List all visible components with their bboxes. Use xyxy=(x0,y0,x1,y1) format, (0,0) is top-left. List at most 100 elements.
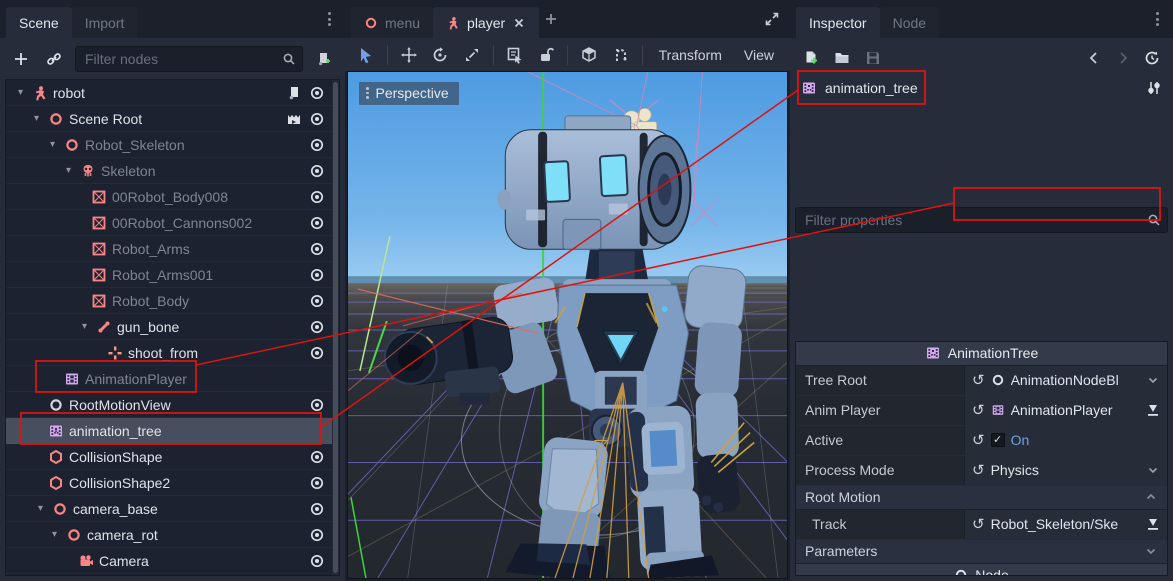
lock-tool-button[interactable] xyxy=(536,43,558,67)
new-resource-icon[interactable] xyxy=(803,50,819,66)
visibility-eye-icon[interactable] xyxy=(309,189,325,205)
expand-viewport-button[interactable] xyxy=(760,7,784,31)
3d-viewport[interactable]: Perspective xyxy=(347,71,788,579)
tree-row-gun-bone[interactable]: ▾ gun_bone xyxy=(6,314,339,340)
prop-value[interactable]: AnimationPlayer xyxy=(1011,402,1140,418)
tree-row-mesh[interactable]: Robot_Arms001 xyxy=(6,262,339,288)
scale-tool-button[interactable] xyxy=(461,43,483,67)
scene-tree[interactable]: ▾ robot ▾ Scene Root ▾ Ro xyxy=(5,79,340,576)
object-tools-icon[interactable] xyxy=(1146,80,1162,96)
history-back-icon[interactable] xyxy=(1086,50,1102,66)
expand-arrow-icon[interactable]: ▾ xyxy=(62,158,75,184)
group-tool-button[interactable] xyxy=(578,43,600,67)
section-root-motion[interactable]: Root Motion xyxy=(796,486,1167,510)
new-scene-tab-button[interactable] xyxy=(539,7,563,31)
visibility-eye-icon[interactable] xyxy=(309,553,325,569)
expand-arrow-icon[interactable]: ▾ xyxy=(34,496,47,522)
checkbox-checked-icon[interactable]: ✓ xyxy=(991,433,1005,447)
revert-icon[interactable]: ↺ xyxy=(972,373,985,388)
tree-row-mesh[interactable]: Robot_Body xyxy=(6,288,339,314)
chevron-down-icon[interactable] xyxy=(1146,373,1160,387)
tree-row-skeleton[interactable]: ▾ Skeleton xyxy=(6,158,339,184)
visibility-eye-icon[interactable] xyxy=(309,267,325,283)
visibility-eye-icon[interactable] xyxy=(309,137,325,153)
tree-row-collision-shape[interactable]: CollisionShape xyxy=(6,444,339,470)
tree-row-camera[interactable]: Camera xyxy=(6,548,339,574)
visibility-eye-icon[interactable] xyxy=(309,215,325,231)
filter-properties-input[interactable] xyxy=(795,207,1168,233)
visibility-eye-icon[interactable] xyxy=(309,345,325,361)
load-resource-folder-icon[interactable] xyxy=(834,50,850,66)
transform-menu[interactable]: Transform xyxy=(653,47,728,63)
instance-scene-button[interactable] xyxy=(42,47,66,71)
prop-value[interactable]: Robot_Skeleton/Ske xyxy=(991,516,1140,532)
visibility-eye-icon[interactable] xyxy=(309,293,325,309)
revert-icon[interactable]: ↺ xyxy=(972,463,985,478)
scene-tab-player[interactable]: player xyxy=(433,7,539,38)
tree-row-shoot-from[interactable]: shoot_from xyxy=(6,340,339,366)
prop-value[interactable]: AnimationNodeBl xyxy=(1011,372,1140,388)
revert-icon[interactable]: ↺ xyxy=(972,433,985,448)
filter-nodes-input[interactable] xyxy=(75,46,303,72)
tab-scene[interactable]: Scene xyxy=(6,7,72,38)
visibility-eye-icon[interactable] xyxy=(309,501,325,517)
tree-row-camera-base[interactable]: ▾ camera_base xyxy=(6,496,339,522)
edit-nodepath-icon[interactable] xyxy=(1146,517,1160,531)
tree-row-mesh[interactable]: 00Robot_Body008 xyxy=(6,184,339,210)
visibility-eye-icon[interactable] xyxy=(309,319,325,335)
attach-script-button[interactable] xyxy=(312,47,336,71)
expand-arrow-icon[interactable]: ▾ xyxy=(30,106,43,132)
revert-icon[interactable]: ↺ xyxy=(972,403,985,418)
tree-row-robot-skeleton[interactable]: ▾ Robot_Skeleton xyxy=(6,132,339,158)
script-icon[interactable] xyxy=(286,85,302,101)
category-node[interactable]: Node xyxy=(796,564,1167,577)
rotate-tool-button[interactable] xyxy=(429,43,451,67)
move-tool-button[interactable] xyxy=(398,43,420,67)
tree-scrollbar[interactable] xyxy=(332,80,339,575)
inspector-dock-menu-icon[interactable] xyxy=(1148,8,1167,30)
prop-value[interactable]: On xyxy=(1011,432,1160,448)
visibility-eye-icon[interactable] xyxy=(309,475,325,491)
edit-nodepath-icon[interactable] xyxy=(1146,403,1160,417)
view-menu[interactable]: View xyxy=(738,47,780,63)
section-parameters[interactable]: Parameters xyxy=(796,540,1167,564)
visibility-eye-icon[interactable] xyxy=(309,85,325,101)
tree-row-animation-tree[interactable]: animation_tree xyxy=(6,418,339,444)
expand-arrow-icon[interactable]: ▾ xyxy=(78,314,91,340)
tree-row-animation-player[interactable]: AnimationPlayer xyxy=(6,366,339,392)
tree-row-robot[interactable]: ▾ robot xyxy=(6,80,339,106)
tree-row-mesh[interactable]: Robot_Arms xyxy=(6,236,339,262)
tree-row-mesh[interactable]: 00Robot_Cannons002 xyxy=(6,210,339,236)
scene-dock-menu-icon[interactable] xyxy=(320,8,339,30)
tab-inspector[interactable]: Inspector xyxy=(796,7,880,38)
expand-arrow-icon[interactable]: ▾ xyxy=(46,132,59,158)
tab-node[interactable]: Node xyxy=(880,7,939,38)
list-select-tool-button[interactable] xyxy=(504,43,526,67)
chevron-down-icon[interactable] xyxy=(1146,463,1160,477)
perspective-menu[interactable]: Perspective xyxy=(359,82,459,105)
visibility-eye-icon[interactable] xyxy=(309,111,325,127)
open-scene-icon[interactable] xyxy=(286,111,302,127)
save-resource-icon[interactable] xyxy=(865,50,881,66)
close-tab-icon[interactable] xyxy=(512,16,526,30)
tab-import[interactable]: Import xyxy=(72,7,138,38)
expand-arrow-icon[interactable]: ▾ xyxy=(14,80,27,106)
expand-arrow-icon[interactable]: ▾ xyxy=(48,522,61,548)
tree-row-collision-shape2[interactable]: CollisionShape2 xyxy=(6,470,339,496)
visibility-eye-icon[interactable] xyxy=(309,397,325,413)
visibility-eye-icon[interactable] xyxy=(309,241,325,257)
revert-icon[interactable]: ↺ xyxy=(972,517,985,532)
select-tool-button[interactable] xyxy=(355,43,377,67)
object-history-icon[interactable] xyxy=(1144,50,1160,66)
visibility-eye-icon[interactable] xyxy=(309,163,325,179)
tree-row-camera-rot[interactable]: ▾ camera_rot xyxy=(6,522,339,548)
snap-tool-button[interactable] xyxy=(610,43,632,67)
prop-value[interactable]: Physics xyxy=(991,462,1140,478)
visibility-eye-icon[interactable] xyxy=(309,527,325,543)
category-animation-tree[interactable]: AnimationTree xyxy=(796,342,1167,366)
history-forward-icon[interactable] xyxy=(1115,50,1131,66)
tree-row-root-motion-view[interactable]: RootMotionView xyxy=(6,392,339,418)
add-node-button[interactable] xyxy=(9,47,33,71)
scene-tab-menu[interactable]: menu xyxy=(351,7,433,38)
tree-row-scene-root[interactable]: ▾ Scene Root xyxy=(6,106,339,132)
